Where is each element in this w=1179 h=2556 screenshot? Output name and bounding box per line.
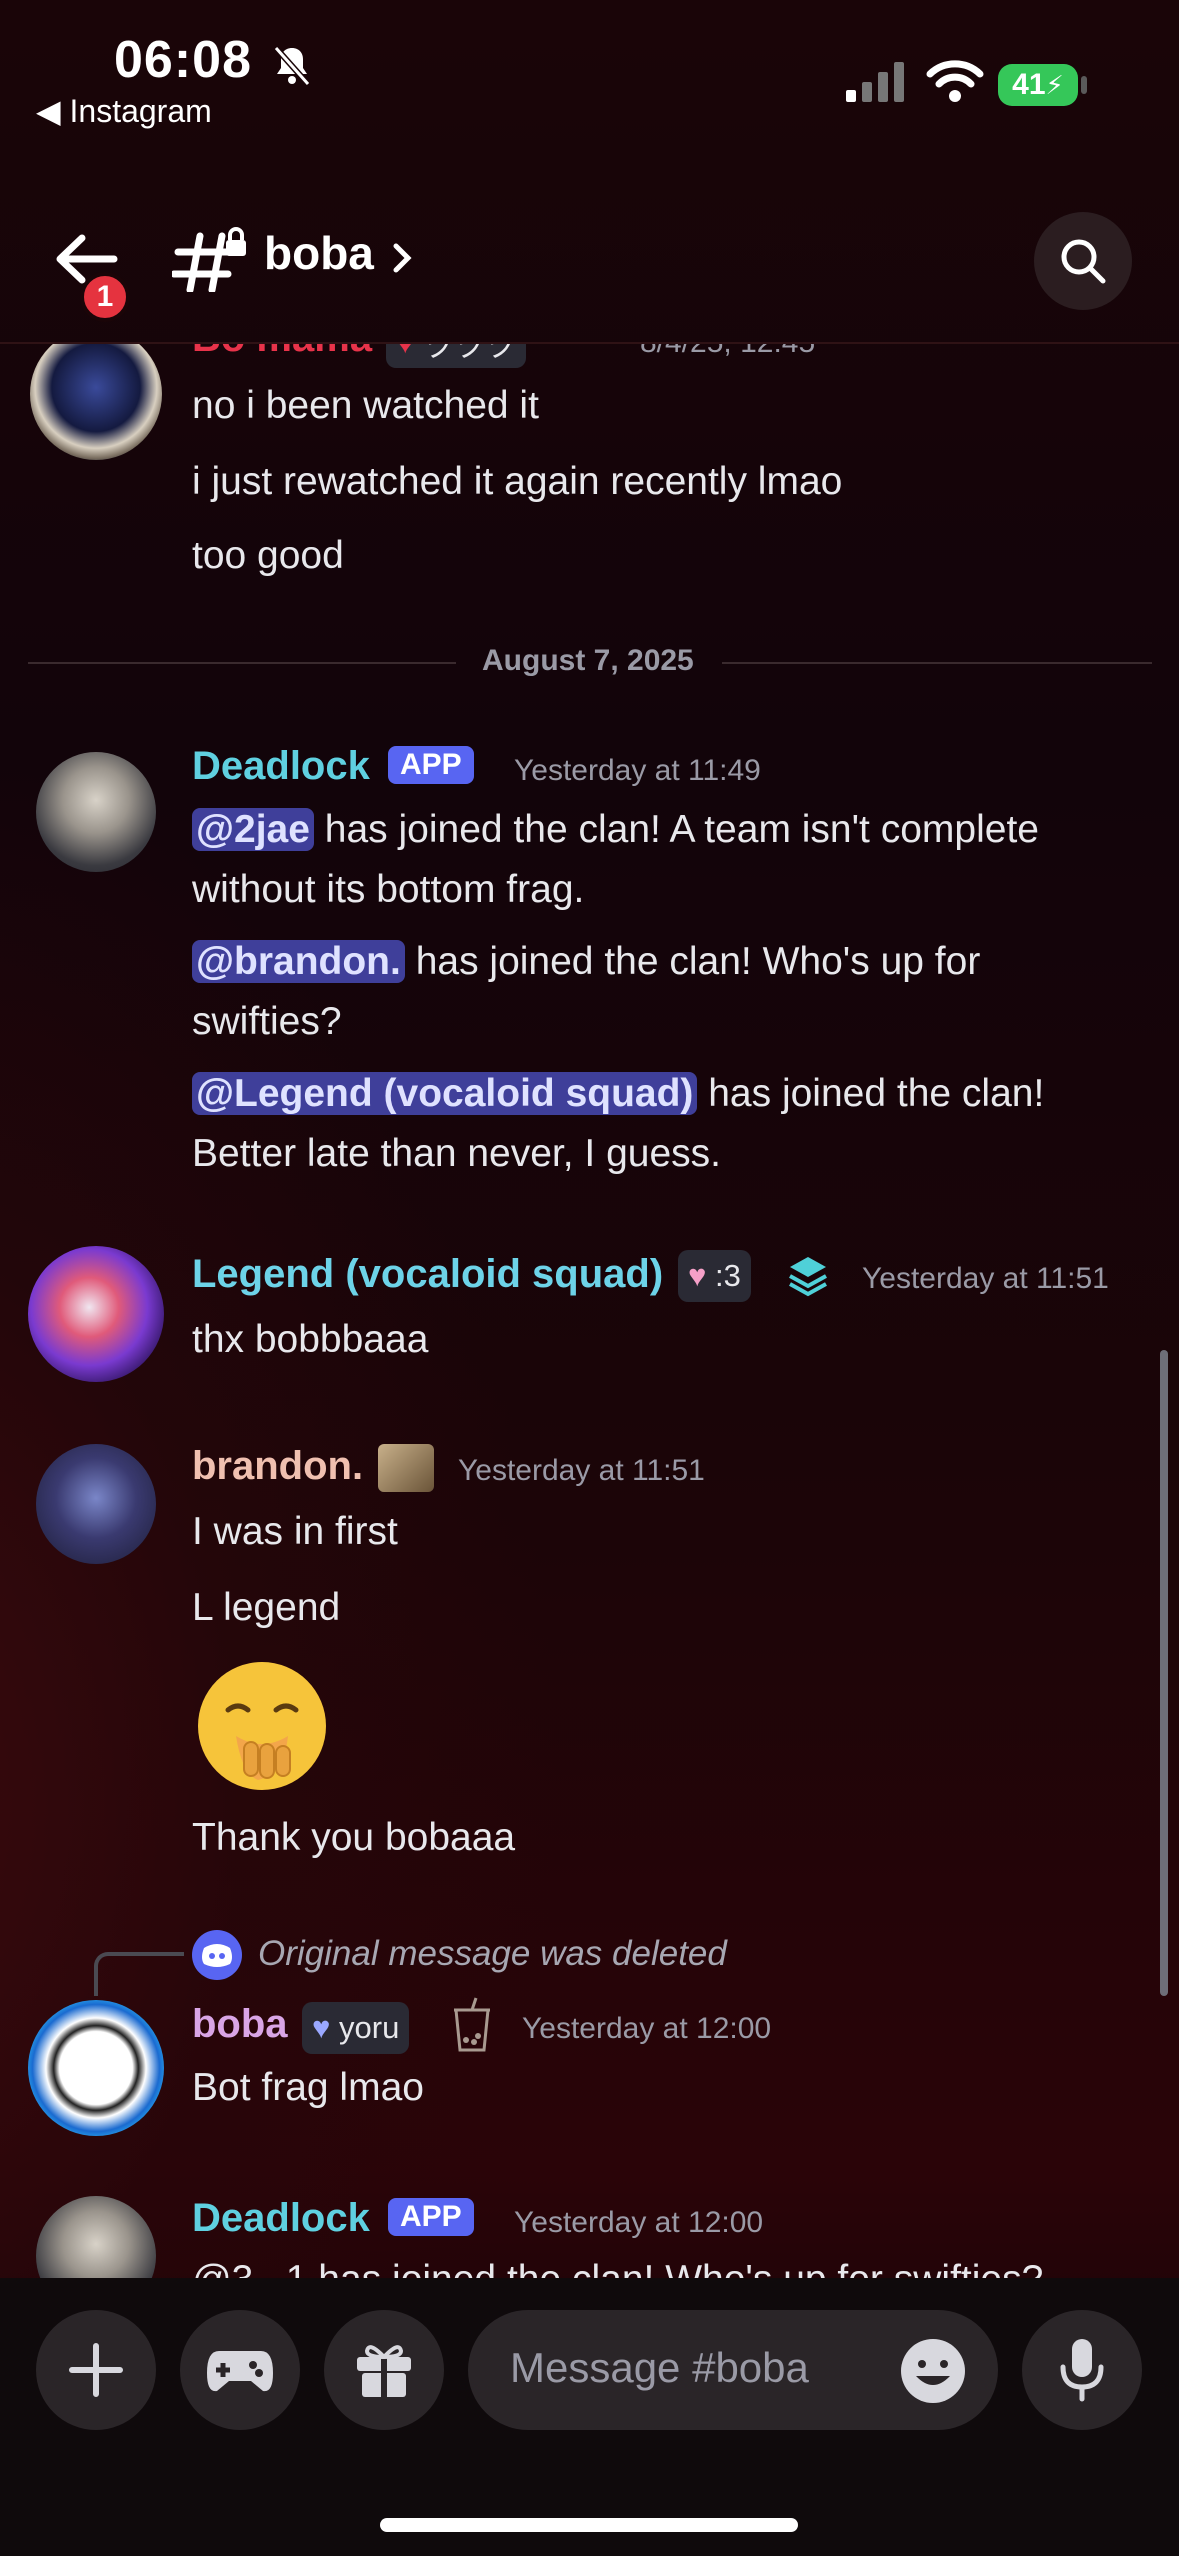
- role-pill: ♥ :3: [678, 1250, 751, 1302]
- message-text: too good: [192, 534, 344, 577]
- home-indicator[interactable]: [380, 2518, 798, 2532]
- message-author[interactable]: Bo mama: [192, 344, 372, 361]
- message-timestamp: Yesterday at 12:00: [514, 2206, 764, 2239]
- avatar[interactable]: [28, 2000, 164, 2136]
- heart-icon: ♥: [396, 344, 414, 361]
- avatar[interactable]: [36, 752, 156, 872]
- user-mention[interactable]: @brandon.: [192, 940, 405, 983]
- search-button[interactable]: [1034, 212, 1132, 310]
- microphone-icon: [1060, 2339, 1104, 2402]
- message-text: Bot frag lmao: [192, 2066, 424, 2109]
- message-author[interactable]: brandon.: [192, 1444, 363, 1489]
- battery-tip: [1081, 76, 1087, 94]
- add-attachment-button[interactable]: [36, 2310, 156, 2430]
- boba-cup-icon: [454, 1997, 490, 2052]
- heart-icon: ♥: [312, 2010, 331, 2045]
- private-channel-icon: [172, 227, 246, 292]
- controller-face-icon: [202, 1944, 232, 1967]
- message-text: Thank you bobaaa: [192, 1816, 516, 1859]
- date-divider-line: [722, 662, 1152, 664]
- message-author[interactable]: boba: [192, 2002, 288, 2047]
- heart-icon: ♥: [688, 1258, 707, 1293]
- cellular-signal-icon: [846, 62, 904, 102]
- message-text: without its bottom frag.: [192, 868, 585, 911]
- clan-badge-icon: [789, 1257, 827, 1297]
- emoji-face-icon[interactable]: [900, 2338, 966, 2404]
- gift-button[interactable]: [324, 2310, 444, 2430]
- message-composer: Message #boba: [0, 2278, 1179, 2556]
- date-divider: August 7, 2025: [482, 644, 694, 677]
- discord-logo-icon: [192, 1930, 242, 1980]
- bell-slash-icon: [273, 46, 311, 86]
- message-text: swifties?: [192, 1000, 342, 1043]
- message-timestamp: 8/4/25, 12:45: [640, 344, 815, 360]
- reply-preview[interactable]: Original message was deleted: [258, 1934, 727, 1974]
- app-tag: APP: [388, 746, 474, 784]
- role-pill: ♥ yoru: [302, 2002, 410, 2054]
- gamepad-icon: [207, 2351, 273, 2392]
- message-text: @brandon. has joined the clan! Who's up …: [192, 932, 1152, 992]
- back-triangle-icon: ◀: [36, 93, 70, 129]
- message-author[interactable]: Deadlock: [192, 744, 370, 789]
- role-icon: [378, 1444, 434, 1492]
- avatar[interactable]: [36, 2196, 156, 2278]
- activities-button[interactable]: [180, 2310, 300, 2430]
- message-text: L legend: [192, 1586, 341, 1629]
- reply-connector: [94, 1952, 184, 1996]
- unread-badge: 1: [80, 272, 130, 322]
- message-placeholder: Message #boba: [510, 2344, 809, 2391]
- message-text: i just rewatched it again recently lmao: [192, 460, 843, 503]
- wifi-icon: [926, 60, 984, 102]
- message-text: Better late than never, I guess.: [192, 1132, 721, 1175]
- app-tag: APP: [388, 2198, 474, 2236]
- message-author[interactable]: Legend (vocaloid squad): [192, 1252, 663, 1297]
- back-to-app-link[interactable]: ◀ Instagram: [36, 92, 212, 130]
- message-timestamp: Yesterday at 11:51: [458, 1454, 705, 1487]
- message-text: @Legend (vocaloid squad) has joined the …: [192, 1064, 1152, 1124]
- search-icon: [1061, 239, 1106, 284]
- chevron-right-icon[interactable]: [388, 240, 416, 276]
- role-pill: ♥ ツツツ: [386, 344, 527, 368]
- message-text: thx bobbbaaa: [192, 1318, 429, 1361]
- scrollbar[interactable]: [1160, 1350, 1168, 1996]
- message-text: no i been watched it: [192, 384, 539, 427]
- plus-icon: [69, 2343, 123, 2397]
- gift-icon: [357, 2345, 411, 2397]
- battery-indicator: 41 ⚡: [998, 64, 1078, 106]
- message-input[interactable]: Message #boba: [468, 2310, 998, 2430]
- message-timestamp: Yesterday at 12:00: [522, 2012, 772, 2045]
- message-timestamp: Yesterday at 11:51: [862, 1262, 1109, 1295]
- charging-bolt-icon: ⚡: [1045, 69, 1064, 100]
- avatar[interactable]: [30, 344, 162, 460]
- message-author[interactable]: Deadlock: [192, 2196, 370, 2241]
- avatar[interactable]: [28, 1246, 164, 1382]
- message-text: @2jae has joined the clan! A team isn't …: [192, 800, 1152, 860]
- user-mention[interactable]: @Legend (vocaloid squad): [192, 1072, 698, 1115]
- date-divider-line: [28, 662, 456, 664]
- avatar[interactable]: [36, 1444, 156, 1564]
- voice-message-button[interactable]: [1022, 2310, 1142, 2430]
- message-list[interactable]: Bo mama ♥ ツツツ 8/4/25, 12:45 no i been wa…: [0, 344, 1179, 2278]
- message-timestamp: Yesterday at 11:49: [514, 754, 761, 787]
- status-time: 06:08: [114, 31, 252, 89]
- user-mention[interactable]: @2jae: [192, 808, 314, 851]
- channel-name[interactable]: boba: [264, 226, 374, 280]
- message-text: @3...1 has joined the clan! Who's up for…: [192, 2250, 1043, 2278]
- yawning-face-emoji: [198, 1662, 326, 1790]
- message-text: I was in first: [192, 1510, 398, 1553]
